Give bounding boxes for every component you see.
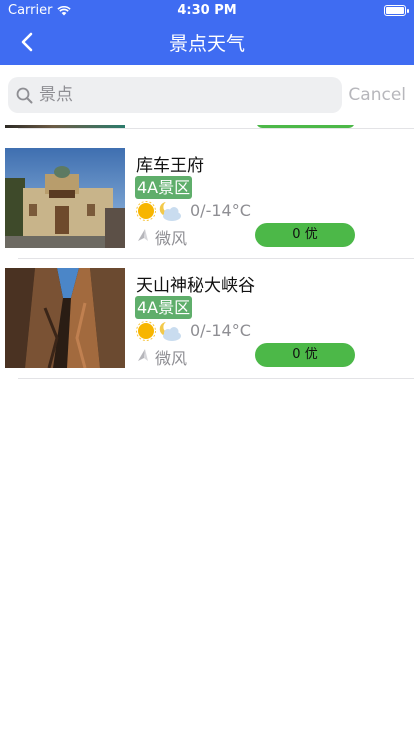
search-field[interactable] (8, 77, 342, 113)
scenic-level-badge: 4A景区 (135, 176, 193, 199)
search-bar: Cancel (0, 65, 414, 125)
page-title: 景点天气 (168, 33, 245, 55)
sunny-to-cloudy-night-icon (136, 321, 181, 341)
list-item[interactable]: 天山神秘大峡谷 4A景区 0/-14°C 微风 0 优 (0, 245, 414, 368)
spot-photo (5, 148, 125, 248)
wind-direction-icon (138, 229, 148, 241)
search-icon (16, 87, 33, 103)
navigation-bar: Carrier 4:30 PM 景点天气 (0, 0, 414, 65)
wind-direction-icon (138, 349, 148, 361)
aqi-badge[interactable]: 0 优 (255, 223, 355, 247)
temperature: 0/-14°C (190, 201, 251, 220)
search-input[interactable] (39, 85, 319, 105)
scenic-level-badge: 4A景区 (135, 296, 193, 319)
list-item[interactable]: 库车王府 4A景区 0/-14°C 微风 0 优 (0, 125, 414, 248)
temperature: 0/-14°C (190, 321, 251, 340)
spot-photo (5, 268, 125, 368)
spot-name: 库车王府 (136, 156, 204, 176)
spot-name: 天山神秘大峡谷 (136, 276, 255, 296)
wind-label: 微风 (155, 349, 188, 368)
spot-list[interactable]: 库车王府 4A景区 0/-14°C 微风 0 优 天山神秘大峡谷 4A景区 0/… (0, 125, 414, 736)
aqi-badge[interactable]: 0 优 (255, 343, 355, 367)
cancel-button[interactable]: Cancel (348, 85, 406, 105)
status-bar: Carrier 4:30 PM (0, 0, 414, 22)
status-time: 4:30 PM (177, 3, 237, 18)
row-divider (18, 378, 414, 379)
battery-icon (384, 5, 409, 16)
sunny-to-cloudy-night-icon (136, 201, 181, 221)
